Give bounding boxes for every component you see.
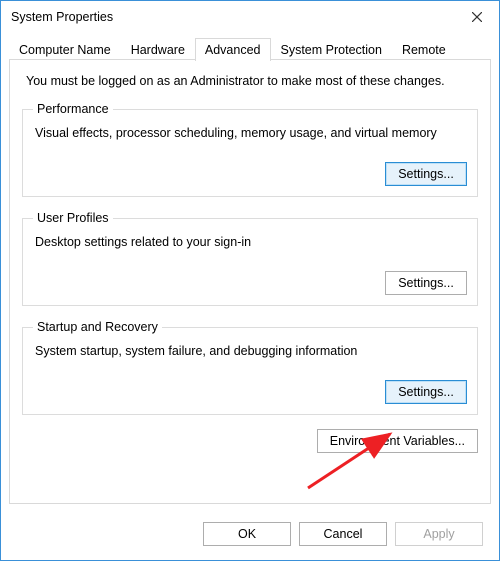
tab-remote[interactable]: Remote: [392, 38, 456, 61]
user-profiles-desc: Desktop settings related to your sign-in: [35, 235, 467, 249]
dialog-button-row: OK Cancel Apply: [1, 512, 499, 560]
group-startup-recovery-legend: Startup and Recovery: [33, 320, 162, 334]
user-profiles-settings-button[interactable]: Settings...: [385, 271, 467, 295]
group-user-profiles-legend: User Profiles: [33, 211, 113, 225]
performance-settings-button[interactable]: Settings...: [385, 162, 467, 186]
apply-button[interactable]: Apply: [395, 522, 483, 546]
tabstrip: Computer Name Hardware Advanced System P…: [1, 33, 499, 60]
window-close-button[interactable]: [454, 2, 499, 32]
group-performance-legend: Performance: [33, 102, 113, 116]
tab-hardware[interactable]: Hardware: [121, 38, 195, 61]
group-performance: Performance Visual effects, processor sc…: [22, 102, 478, 197]
ok-button[interactable]: OK: [203, 522, 291, 546]
group-user-profiles: User Profiles Desktop settings related t…: [22, 211, 478, 306]
cancel-button[interactable]: Cancel: [299, 522, 387, 546]
titlebar: System Properties: [1, 1, 499, 33]
performance-desc: Visual effects, processor scheduling, me…: [35, 126, 467, 140]
group-startup-recovery: Startup and Recovery System startup, sys…: [22, 320, 478, 415]
window-title: System Properties: [11, 10, 113, 24]
tab-advanced[interactable]: Advanced: [195, 38, 271, 61]
admin-note: You must be logged on as an Administrato…: [26, 74, 474, 88]
tab-computer-name[interactable]: Computer Name: [9, 38, 121, 61]
environment-variables-button[interactable]: Environment Variables...: [317, 429, 478, 453]
startup-recovery-desc: System startup, system failure, and debu…: [35, 344, 467, 358]
close-icon: [472, 12, 482, 22]
tab-panel-advanced: You must be logged on as an Administrato…: [9, 60, 491, 504]
tab-system-protection[interactable]: System Protection: [271, 38, 392, 61]
system-properties-window: System Properties Computer Name Hardware…: [0, 0, 500, 561]
startup-recovery-settings-button[interactable]: Settings...: [385, 380, 467, 404]
